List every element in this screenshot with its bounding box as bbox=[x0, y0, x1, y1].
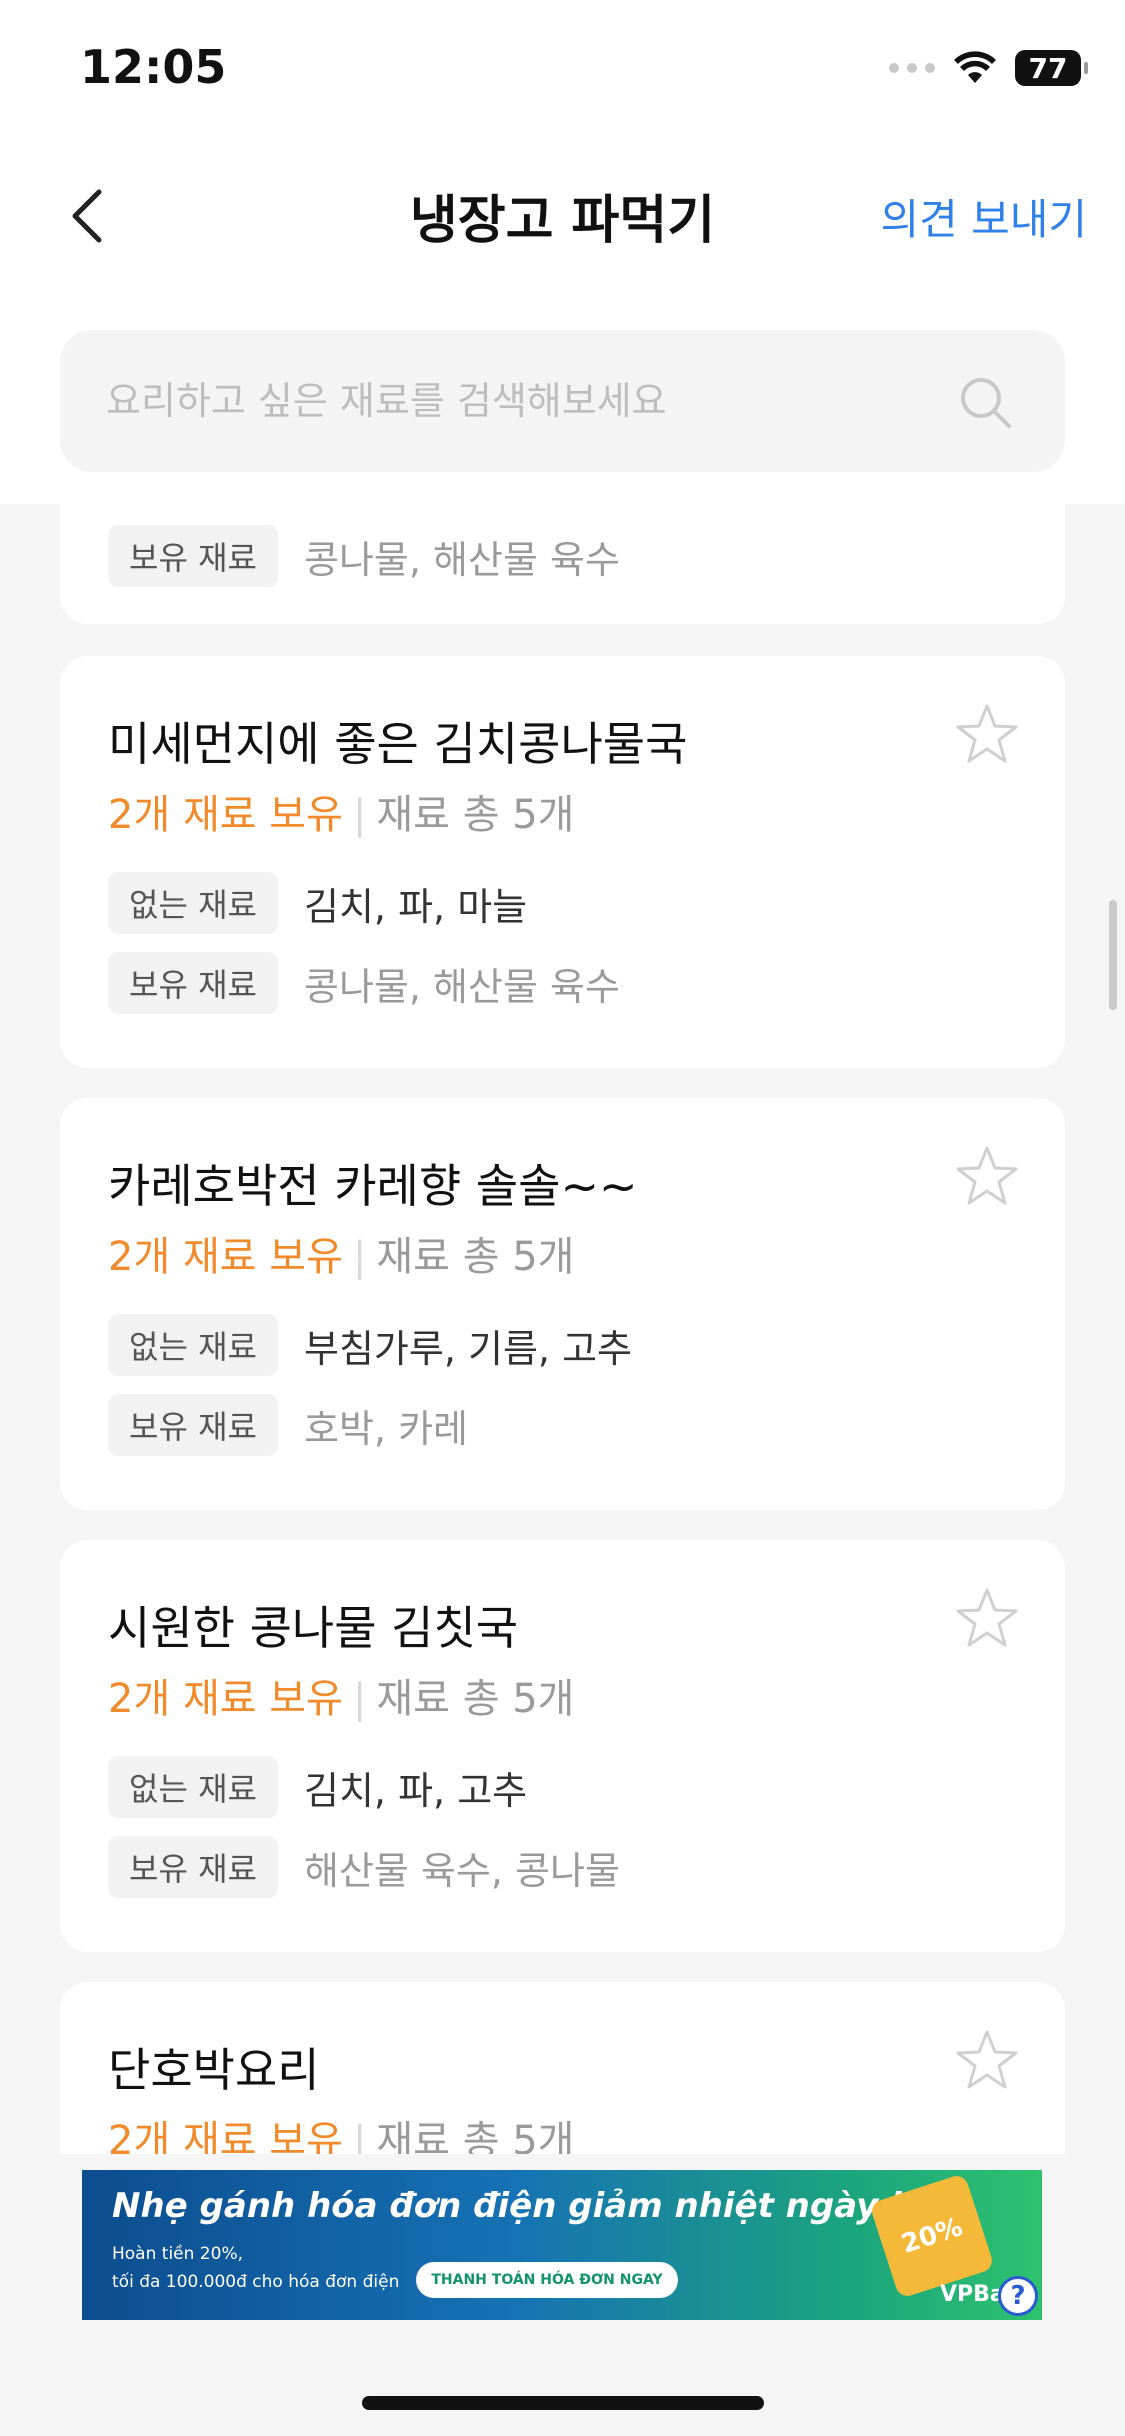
ingredient-summary: 2개 재료 보유 | 재료 총 5개 bbox=[108, 2108, 574, 2154]
recipe-list[interactable]: 보유 재료 콩나물, 해산물 육수 미세먼지에 좋은 김치콩나물국 2개 재료 … bbox=[0, 504, 1125, 2154]
scrollbar[interactable] bbox=[1109, 900, 1117, 1010]
status-bar: 12:05 77 bbox=[0, 0, 1125, 140]
owned-count: 2개 재료 보유 bbox=[108, 792, 343, 838]
home-indicator[interactable] bbox=[362, 2396, 764, 2410]
star-icon[interactable] bbox=[955, 1144, 1019, 1208]
have-label: 보유 재료 bbox=[108, 1394, 278, 1456]
ad-subline-1: Hoàn tiền 20%, bbox=[112, 2244, 243, 2264]
divider: | bbox=[352, 2118, 367, 2154]
have-ingredients-row: 보유 재료 해산물 육수, 콩나물 bbox=[108, 1836, 620, 1898]
ad-headline: Nhẹ gánh hóa đơn điện giảm nhiệt ngày hè bbox=[112, 2186, 938, 2226]
missing-ingredients: 김치, 파, 마늘 bbox=[304, 884, 528, 929]
have-ingredients: 콩나물, 해산물 육수 bbox=[304, 537, 620, 582]
ad-cta-button[interactable]: THANH TOÁN HÓA ĐƠN NGAY bbox=[416, 2262, 678, 2298]
missing-ingredients: 김치, 파, 고추 bbox=[304, 1768, 528, 1813]
ad-subline-2: tối đa 100.000đ cho hóa đơn điện bbox=[112, 2272, 400, 2292]
total-count: 재료 총 5개 bbox=[376, 2118, 575, 2154]
have-label: 보유 재료 bbox=[108, 952, 278, 1014]
have-ingredients-row: 보유 재료 콩나물, 해산물 육수 bbox=[108, 952, 620, 1014]
divider: | bbox=[352, 1676, 367, 1722]
have-ingredients-row: 보유 재료 콩나물, 해산물 육수 bbox=[108, 525, 620, 587]
missing-ingredients-row: 없는 재료 부침가루, 기름, 고추 bbox=[108, 1314, 632, 1376]
battery-icon: 77 bbox=[1015, 50, 1088, 86]
star-icon[interactable] bbox=[955, 2028, 1019, 2092]
divider: | bbox=[352, 792, 367, 838]
cellular-signal-icon bbox=[889, 63, 935, 73]
have-label: 보유 재료 bbox=[108, 1836, 278, 1898]
search-icon[interactable] bbox=[957, 374, 1013, 430]
star-icon[interactable] bbox=[955, 1586, 1019, 1650]
ingredient-summary: 2개 재료 보유 | 재료 총 5개 bbox=[108, 1666, 574, 1724]
send-feedback-button[interactable]: 의견 보내기 bbox=[880, 186, 1087, 247]
nav-bar: 냉장고 파먹기 의견 보내기 bbox=[0, 140, 1125, 290]
have-ingredients-row: 보유 재료 호박, 카레 bbox=[108, 1394, 468, 1456]
divider: | bbox=[352, 1234, 367, 1280]
ad-brand: VPBa bbox=[940, 2282, 1005, 2307]
have-ingredients: 콩나물, 해산물 육수 bbox=[304, 964, 620, 1009]
total-count: 재료 총 5개 bbox=[376, 792, 575, 838]
recipe-title: 미세먼지에 좋은 김치콩나물국 bbox=[108, 717, 688, 771]
star-icon[interactable] bbox=[955, 702, 1019, 766]
missing-ingredients-row: 없는 재료 김치, 파, 고추 bbox=[108, 1756, 527, 1818]
missing-ingredients: 부침가루, 기름, 고추 bbox=[304, 1326, 632, 1371]
owned-count: 2개 재료 보유 bbox=[108, 1234, 343, 1280]
ad-subtext: Hoàn tiền 20%, tối đa 100.000đ cho hóa đ… bbox=[112, 2240, 399, 2296]
ingredient-summary: 2개 재료 보유 | 재료 총 5개 bbox=[108, 1224, 574, 1282]
status-time: 12:05 bbox=[80, 40, 227, 94]
have-ingredients: 해산물 육수, 콩나물 bbox=[304, 1848, 620, 1893]
ad-banner[interactable]: Nhẹ gánh hóa đơn điện giảm nhiệt ngày hè… bbox=[82, 2170, 1042, 2320]
recipe-card[interactable]: 시원한 콩나물 김칫국 2개 재료 보유 | 재료 총 5개 없는 재료 김치, 파… bbox=[60, 1540, 1065, 1952]
have-ingredients: 호박, 카레 bbox=[304, 1406, 468, 1451]
missing-label: 없는 재료 bbox=[108, 872, 278, 934]
recipe-title: 카레호박전 카레향 솔솔~~ bbox=[108, 1159, 638, 1213]
missing-ingredients-row: 없는 재료 김치, 파, 마늘 bbox=[108, 872, 527, 934]
recipe-card[interactable]: 미세먼지에 좋은 김치콩나물국 2개 재료 보유 | 재료 총 5개 없는 재료 김… bbox=[60, 656, 1065, 1068]
total-count: 재료 총 5개 bbox=[376, 1234, 575, 1280]
owned-count: 2개 재료 보유 bbox=[108, 2118, 343, 2154]
status-icons: 77 bbox=[889, 46, 1088, 90]
have-label: 보유 재료 bbox=[108, 525, 278, 587]
recipe-card[interactable]: 단호박요리 2개 재료 보유 | 재료 총 5개 bbox=[60, 1982, 1065, 2154]
search-section bbox=[0, 290, 1125, 504]
ingredient-summary: 2개 재료 보유 | 재료 총 5개 bbox=[108, 782, 574, 840]
recipe-card[interactable]: 보유 재료 콩나물, 해산물 육수 bbox=[60, 504, 1065, 624]
missing-label: 없는 재료 bbox=[108, 1756, 278, 1818]
search-input[interactable] bbox=[106, 330, 946, 472]
ad-help-icon[interactable]: ? bbox=[998, 2276, 1038, 2316]
recipe-title: 단호박요리 bbox=[108, 2043, 320, 2097]
total-count: 재료 총 5개 bbox=[376, 1676, 575, 1722]
owned-count: 2개 재료 보유 bbox=[108, 1676, 343, 1722]
missing-label: 없는 재료 bbox=[108, 1314, 278, 1376]
search-bar[interactable] bbox=[60, 330, 1065, 472]
recipe-title: 시원한 콩나물 김칫국 bbox=[108, 1601, 519, 1655]
wifi-icon bbox=[954, 51, 996, 83]
recipe-card[interactable]: 카레호박전 카레향 솔솔~~ 2개 재료 보유 | 재료 총 5개 없는 재료 부침… bbox=[60, 1098, 1065, 1510]
